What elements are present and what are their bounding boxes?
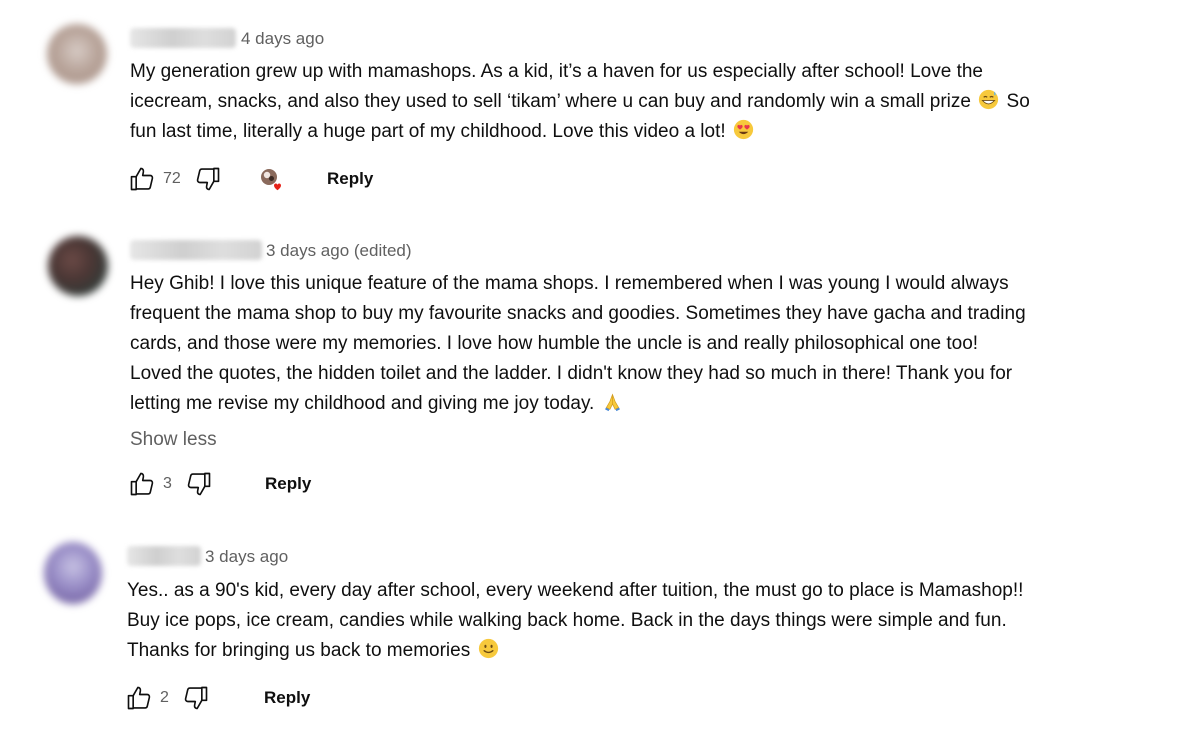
avatar[interactable] <box>47 24 107 84</box>
comment-line: Yes.. as a 90's kid, every day after sch… <box>127 580 1024 601</box>
like-button[interactable] <box>124 683 154 713</box>
comment-line: cards, and those were my memories. I lov… <box>130 333 979 354</box>
comment-line: Loved the quotes, the hidden toilet and … <box>130 363 1013 384</box>
comment-line: Buy ice pops, ice cream, candies while w… <box>127 610 1007 631</box>
comment-actions: 3 Reply <box>127 468 367 500</box>
comment-thread-1: 4 days ago My generation grew up with ma… <box>0 0 1200 210</box>
comment-line: icecream, snacks, and also they used to … <box>130 89 1030 112</box>
comment-text: My generation grew up with mamashops. As… <box>130 57 1150 147</box>
comment-line: Thanks for bringing us back to memories <box>127 636 1147 666</box>
comment-line: frequent the mama shop to buy my favouri… <box>130 303 1026 324</box>
thumbs-down-icon <box>196 167 220 191</box>
dislike-button[interactable] <box>181 683 211 713</box>
comment-timestamp[interactable]: 3 days ago <box>205 547 288 567</box>
dislike-button[interactable] <box>184 469 214 499</box>
like-count: 2 <box>160 689 169 706</box>
avatar[interactable] <box>44 542 102 604</box>
comment-line: fun last time, literally a huge part of … <box>130 117 1150 147</box>
thumbs-up-icon <box>130 167 154 191</box>
comment-actions: 72 Reply <box>127 163 427 195</box>
author-name[interactable] <box>127 546 201 566</box>
avatar[interactable] <box>48 236 108 296</box>
comment-timestamp[interactable]: 4 days ago <box>241 29 324 49</box>
comment-text: Yes.. as a 90's kid, every day after sch… <box>127 576 1147 666</box>
creator-heart-icon <box>261 169 281 191</box>
reply-button[interactable]: Reply <box>264 688 310 708</box>
heart-eyes-emoji-icon <box>733 119 754 140</box>
comment-thread-2: 3 days ago (edited) Hey Ghib! I love thi… <box>0 210 1200 520</box>
comment-line: My generation grew up with mamashops. As… <box>130 61 983 82</box>
comment-thread-3: 3 days ago Yes.. as a 90's kid, every da… <box>0 520 1200 737</box>
comment-line: letting me revise my childhood and givin… <box>130 389 1150 419</box>
reply-button[interactable]: Reply <box>265 474 311 494</box>
thumbs-down-icon <box>184 686 208 710</box>
author-name[interactable] <box>130 240 262 260</box>
reply-button[interactable]: Reply <box>327 169 373 189</box>
slightly-smiling-emoji-icon <box>478 638 498 659</box>
show-less-button[interactable]: Show less <box>130 428 217 452</box>
thumbs-down-icon <box>187 472 211 496</box>
like-count: 72 <box>163 170 181 187</box>
grinning-sweat-emoji-icon <box>979 89 999 110</box>
like-button[interactable] <box>127 469 157 499</box>
comment-line: Hey Ghib! I love this unique feature of … <box>130 273 1009 294</box>
like-button[interactable] <box>127 164 157 194</box>
folded-hands-emoji-icon <box>604 393 620 412</box>
author-name[interactable] <box>130 28 236 48</box>
thumbs-up-icon <box>127 686 151 710</box>
comment-timestamp[interactable]: 3 days ago (edited) <box>266 241 412 261</box>
creator-heart-badge <box>259 167 285 193</box>
like-count: 3 <box>163 475 172 492</box>
thumbs-up-icon <box>130 472 154 496</box>
comment-actions: 2 Reply <box>124 682 364 714</box>
comment-text: Hey Ghib! I love this unique feature of … <box>130 269 1150 419</box>
dislike-button[interactable] <box>193 164 223 194</box>
